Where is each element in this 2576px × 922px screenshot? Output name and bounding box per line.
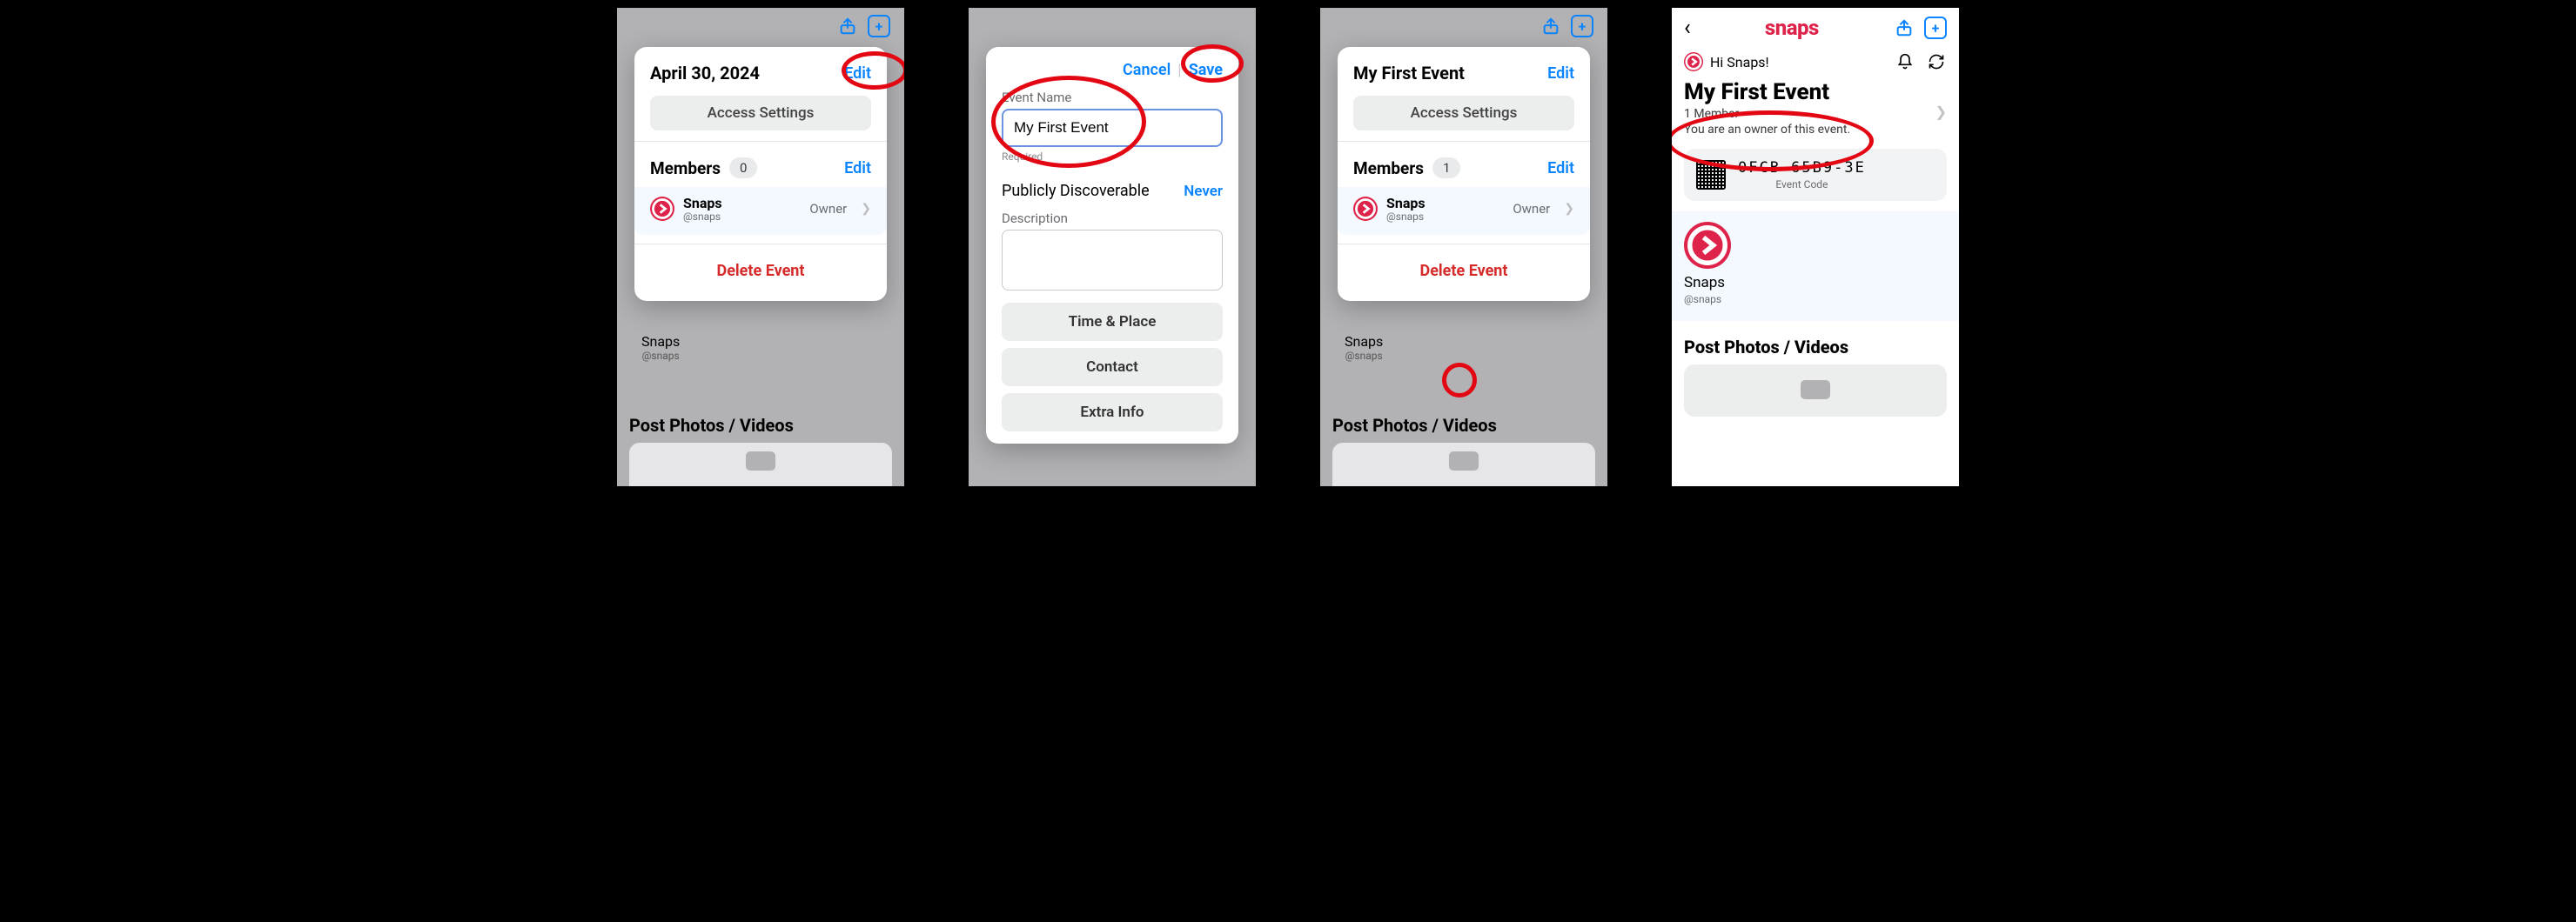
upload-area[interactable] <box>1684 364 1947 417</box>
share-icon[interactable] <box>1540 15 1562 37</box>
members-edit-button[interactable]: Edit <box>1547 159 1574 177</box>
event-header-row[interactable]: My First Event 1 Member You are an owner… <box>1672 72 1959 138</box>
extra-info-button[interactable]: Extra Info <box>1002 393 1223 431</box>
bg-owner-name: Snaps <box>1345 333 1383 350</box>
delete-event-button[interactable]: Delete Event <box>634 244 887 292</box>
owner-handle: @snaps <box>1684 293 1721 305</box>
access-settings-button[interactable]: Access Settings <box>650 96 871 130</box>
publicly-discoverable-row[interactable]: Publicly Discoverable Never <box>986 171 1238 210</box>
save-button[interactable]: Save <box>1189 61 1223 79</box>
bell-icon[interactable] <box>1895 51 1915 72</box>
access-settings-button[interactable]: Access Settings <box>1353 96 1574 130</box>
snaps-app-icon <box>1353 197 1378 221</box>
chevron-right-icon: ❯ <box>861 202 871 216</box>
member-handle: @snaps <box>683 211 801 223</box>
app-brand: snaps <box>1765 16 1819 40</box>
section-post-heading: Post Photos / Videos <box>1672 321 1959 364</box>
member-handle: @snaps <box>1386 211 1504 223</box>
member-role: Owner <box>809 201 847 217</box>
share-icon[interactable] <box>1893 17 1915 39</box>
app-bar: ‹ snaps + <box>1672 8 1959 46</box>
publicly-discoverable-value[interactable]: Never <box>1184 183 1223 200</box>
bg-owner-chip: Snaps @snaps <box>641 330 680 362</box>
screenshot-4: ‹ snaps + Hi Snaps! <box>1672 8 1959 486</box>
member-name: Snaps <box>683 196 801 211</box>
back-button[interactable]: ‹ <box>1684 15 1691 41</box>
chevron-right-icon: ❯ <box>1935 104 1947 120</box>
screenshot-1: + Snaps @snaps Post Photos / Videos Apri… <box>617 8 904 486</box>
members-label: Members <box>650 158 721 178</box>
section-post-heading: Post Photos / Videos <box>1332 415 1497 436</box>
contact-button[interactable]: Contact <box>1002 348 1223 386</box>
event-settings-popover: My First Event Edit Access Settings Memb… <box>1338 47 1590 301</box>
snaps-app-icon <box>1684 222 1731 269</box>
cancel-button[interactable]: Cancel <box>1123 61 1171 79</box>
snaps-app-icon <box>1684 52 1703 71</box>
event-settings-popover: April 30, 2024 Edit Access Settings Memb… <box>634 47 887 301</box>
edit-event-form: Cancel | Save Event Name Required Public… <box>986 47 1238 444</box>
section-post-heading: Post Photos / Videos <box>629 415 794 436</box>
event-code: 0FCB-65B9-3E <box>1738 159 1866 177</box>
required-hint: Required <box>1002 150 1223 163</box>
snaps-app-icon <box>650 197 674 221</box>
screenshot-3: + Snaps @snaps Post Photos / Videos My F… <box>1320 8 1607 486</box>
add-icon[interactable]: + <box>1571 15 1593 37</box>
edit-button[interactable]: Edit <box>1547 64 1574 83</box>
owner-card[interactable]: Snaps @snaps <box>1672 211 1959 321</box>
description-label: Description <box>1002 210 1223 226</box>
owner-name: Snaps <box>1684 274 1725 291</box>
bg-owner-handle: @snaps <box>642 350 680 362</box>
add-icon[interactable]: + <box>1924 17 1947 39</box>
members-count-badge: 1 <box>1432 157 1460 178</box>
members-label: Members <box>1353 158 1424 178</box>
time-place-button[interactable]: Time & Place <box>1002 303 1223 341</box>
member-name: Snaps <box>1386 196 1504 211</box>
refresh-icon[interactable] <box>1926 51 1947 72</box>
event-title: My First Event <box>1684 79 1947 105</box>
members-count-badge: 0 <box>729 157 757 178</box>
event-name-label: Event Name <box>1002 90 1223 105</box>
member-role: Owner <box>1513 201 1550 217</box>
add-icon[interactable]: + <box>868 15 890 37</box>
qr-code-icon <box>1696 160 1726 190</box>
event-code-card[interactable]: 0FCB-65B9-3E Event Code <box>1684 149 1947 201</box>
bg-owner-chip: Snaps @snaps <box>1345 330 1383 362</box>
event-member-count: 1 Member <box>1684 107 1947 121</box>
member-row[interactable]: Snaps @snaps Owner ❯ <box>1338 187 1590 235</box>
event-owner-line: You are an owner of this event. <box>1684 123 1947 137</box>
description-textarea[interactable] <box>1002 230 1223 291</box>
popover-title: April 30, 2024 <box>650 63 760 84</box>
publicly-discoverable-label: Publicly Discoverable <box>1002 182 1150 200</box>
screenshot-2: Cancel | Save Event Name Required Public… <box>969 8 1256 486</box>
upload-area[interactable] <box>1332 443 1595 486</box>
delete-event-button[interactable]: Delete Event <box>1338 244 1590 292</box>
annotation-circle <box>1442 363 1477 398</box>
divider: | <box>1174 61 1184 79</box>
member-row[interactable]: Snaps @snaps Owner ❯ <box>634 187 887 235</box>
edit-button[interactable]: Edit <box>844 64 871 83</box>
bg-owner-handle: @snaps <box>1345 350 1383 362</box>
event-name-input[interactable] <box>1002 109 1223 147</box>
event-code-label: Event Code <box>1775 178 1828 190</box>
greeting-row: Hi Snaps! <box>1672 46 1959 72</box>
greeting-text: Hi Snaps! <box>1710 54 1769 70</box>
share-icon[interactable] <box>836 15 859 37</box>
members-edit-button[interactable]: Edit <box>844 159 871 177</box>
bg-owner-name: Snaps <box>641 333 680 350</box>
chevron-right-icon: ❯ <box>1564 202 1574 216</box>
upload-area[interactable] <box>629 443 892 486</box>
popover-title: My First Event <box>1353 63 1465 84</box>
